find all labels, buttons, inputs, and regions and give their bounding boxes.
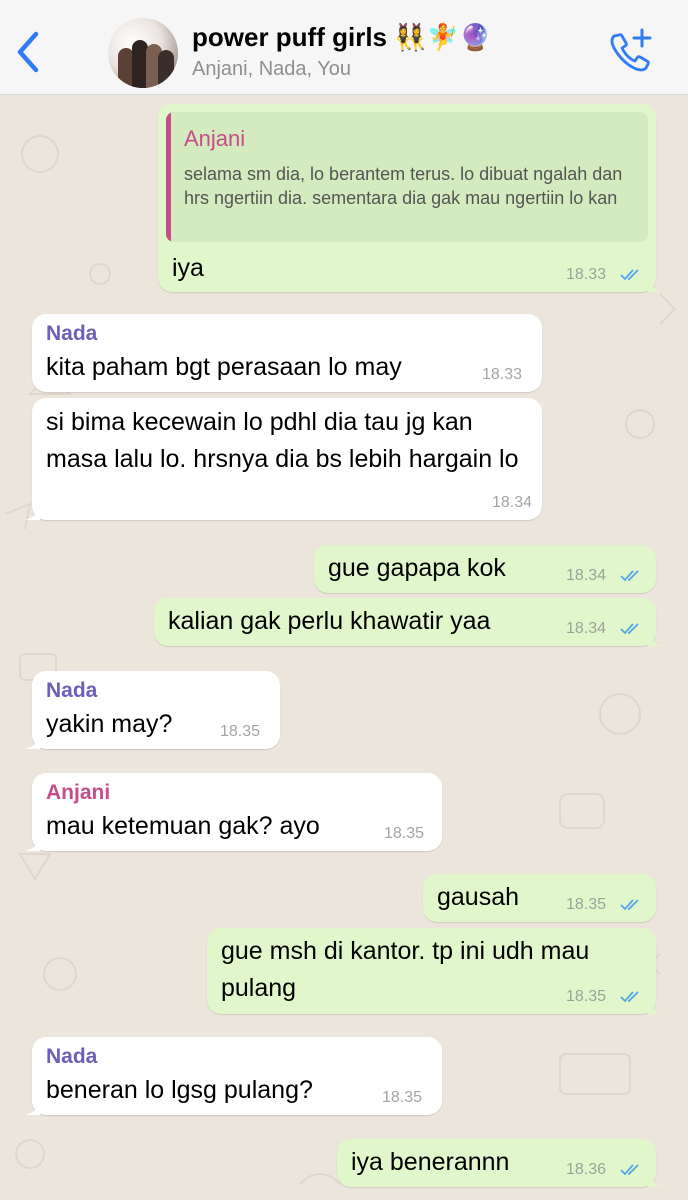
read-receipt-icon xyxy=(620,1164,639,1176)
message-time: 18.35 xyxy=(382,1089,423,1106)
message-time: 18.36 xyxy=(566,1161,607,1178)
read-receipt-icon xyxy=(620,991,639,1003)
chevron-left-icon xyxy=(17,31,39,73)
message-text: iya benerannn xyxy=(351,1148,510,1176)
add-call-icon xyxy=(610,28,652,72)
message-text: gue gapapa kok xyxy=(328,554,506,582)
message-time: 18.33 xyxy=(566,266,607,283)
bubble-tail xyxy=(24,504,40,520)
message-time: 18.35 xyxy=(566,896,607,913)
message-incoming[interactable]: Nada beneran lo lgsg pulang? 18.35 xyxy=(24,1037,442,1115)
add-call-button[interactable] xyxy=(606,28,656,72)
quote-accent-bar xyxy=(166,112,171,242)
quoted-message[interactable]: Anjani selama sm dia, lo berantem terus.… xyxy=(166,112,648,242)
sender-name: Nada xyxy=(46,1045,98,1068)
quote-sender-name: Anjani xyxy=(184,126,246,151)
message-outgoing[interactable]: Anjani selama sm dia, lo berantem terus.… xyxy=(158,104,664,292)
message-time: 18.33 xyxy=(482,366,523,383)
message-time: 18.35 xyxy=(566,988,607,1005)
bubble-tail xyxy=(648,630,664,646)
chat-header: power puff girls 👯‍♀️🧚🔮 Anjani, Nada, Yo… xyxy=(0,0,688,95)
bubble-tail xyxy=(24,733,40,749)
message-text: mau ketemuan gak? ayo xyxy=(46,812,320,840)
read-receipt-icon xyxy=(620,269,639,281)
message-incoming[interactable]: Anjani mau ketemuan gak? ayo 18.35 xyxy=(24,773,442,851)
back-button[interactable] xyxy=(12,30,44,74)
message-text: si bima kecewain lo pdhl dia tau jg kan … xyxy=(46,408,519,473)
message-incoming[interactable]: si bima kecewain lo pdhl dia tau jg kan … xyxy=(24,398,542,520)
message-outgoing[interactable]: gue msh di kantor. tp ini udh mau pulang… xyxy=(207,928,664,1014)
message-text: iya xyxy=(172,254,204,282)
message-time: 18.34 xyxy=(566,567,607,584)
message-text: beneran lo lgsg pulang? xyxy=(46,1076,313,1104)
bubble-tail xyxy=(648,1171,664,1187)
message-outgoing[interactable]: gausah 18.35 xyxy=(423,874,656,922)
bubble-tail xyxy=(648,998,664,1014)
message-incoming[interactable]: Nada kita paham bgt perasaan lo may 18.3… xyxy=(32,314,542,392)
message-text: kalian gak perlu khawatir yaa xyxy=(168,607,491,635)
message-text: gausah xyxy=(437,883,520,911)
chat-participants[interactable]: Anjani, Nada, You xyxy=(192,58,351,81)
message-incoming[interactable]: Nada yakin may? 18.35 xyxy=(24,671,280,749)
message-outgoing[interactable]: iya benerannn 18.36 xyxy=(337,1139,664,1187)
message-time: 18.34 xyxy=(566,620,607,637)
message-text: kita paham bgt perasaan lo may xyxy=(46,353,402,381)
message-time: 18.35 xyxy=(220,723,261,740)
read-receipt-icon xyxy=(620,899,639,911)
bubble-tail xyxy=(24,835,40,851)
sender-name: Nada xyxy=(46,679,98,702)
sender-name: Anjani xyxy=(46,781,111,804)
message-time: 18.34 xyxy=(492,494,533,511)
bubble-tail xyxy=(24,1099,40,1115)
bubble-tail xyxy=(648,276,664,292)
quote-text: selama sm dia, lo berantem terus. lo dib… xyxy=(184,164,623,208)
message-outgoing[interactable]: gue gapapa kok 18.34 xyxy=(314,545,656,593)
sender-name: Nada xyxy=(46,322,98,345)
read-receipt-icon xyxy=(620,623,639,635)
group-avatar[interactable] xyxy=(108,18,178,88)
message-text: yakin may? xyxy=(46,710,173,738)
message-time: 18.35 xyxy=(384,825,425,842)
chat-title[interactable]: power puff girls 👯‍♀️🧚🔮 xyxy=(192,22,491,53)
message-outgoing[interactable]: kalian gak perlu khawatir yaa 18.34 xyxy=(154,598,664,646)
read-receipt-icon xyxy=(620,570,639,582)
